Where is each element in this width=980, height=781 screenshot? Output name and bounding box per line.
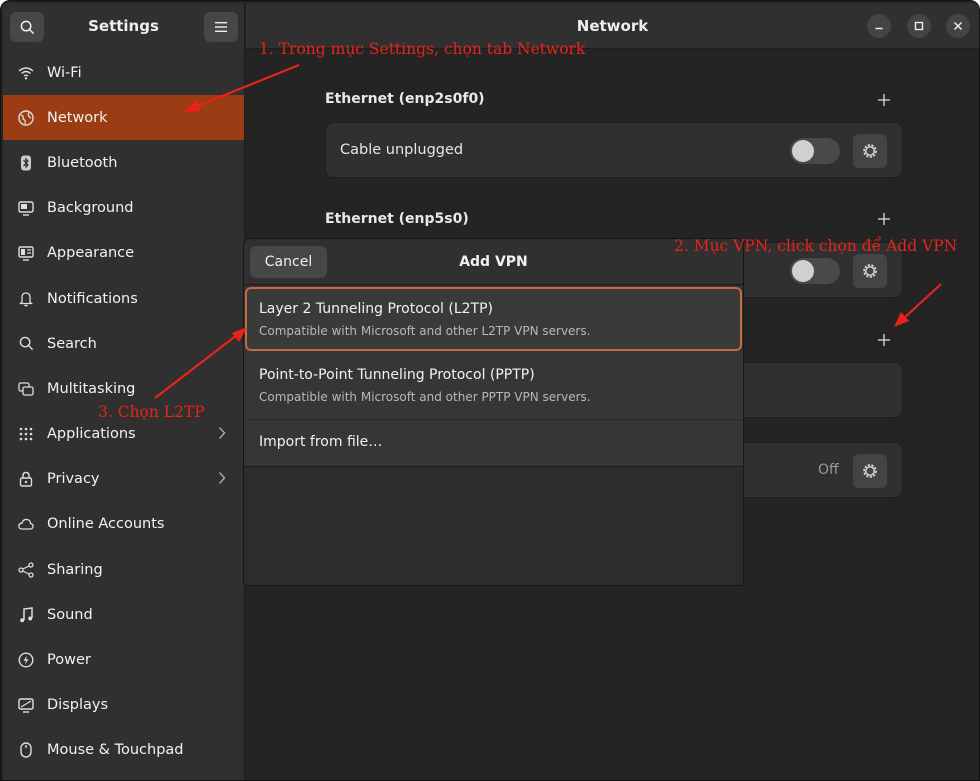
annotation-step-2: 2. Mục VPN, click chọn để Add VPN — [674, 237, 958, 255]
ethernet-2-title: Ethernet (enp5s0) — [325, 211, 469, 227]
ethernet-1-settings-button[interactable] — [853, 134, 887, 168]
gear-icon — [863, 264, 877, 278]
sidebar-item-background[interactable]: Background — [3, 186, 244, 231]
lock-icon — [17, 470, 35, 488]
sidebar-item-wifi[interactable]: Wi-Fi — [3, 50, 244, 95]
vpn-option-l2tp[interactable]: Layer 2 Tunneling Protocol (L2TP) Compat… — [245, 287, 742, 351]
dialog-title: Add VPN — [459, 254, 528, 270]
sidebar-item-label: Privacy — [47, 471, 100, 488]
sidebar-item-power[interactable]: Power — [3, 637, 244, 682]
vpn-option-list: Layer 2 Tunneling Protocol (L2TP) Compat… — [244, 286, 743, 466]
sidebar-item-label: Sharing — [47, 561, 103, 578]
minimize-icon — [875, 27, 883, 30]
arrow-step-2-head — [894, 312, 909, 327]
sidebar-item-notifications[interactable]: Notifications — [3, 276, 244, 321]
sidebar-item-label: Power — [47, 652, 91, 669]
sidebar: Settings Wi-Fi Network Bluetooth Backgro… — [3, 3, 245, 780]
hamburger-icon — [215, 22, 227, 32]
gear-icon — [863, 144, 877, 158]
chevron-right-icon — [218, 426, 226, 444]
chevron-right-icon — [218, 471, 226, 489]
ethernet-1-status: Cable unplugged — [340, 142, 464, 158]
sidebar-item-label: Sound — [47, 606, 93, 623]
sidebar-item-label: Applications — [47, 426, 136, 443]
power-icon — [17, 651, 35, 669]
sidebar-header: Settings — [3, 3, 244, 49]
vpn-option-pptp[interactable]: Point-to-Point Tunneling Protocol (PPTP)… — [244, 353, 743, 419]
vpn-option-import[interactable]: Import from file… — [244, 419, 743, 466]
sidebar-item-label: Network — [47, 109, 108, 126]
annotation-step-3: 3. Chọn L2TP — [98, 403, 205, 421]
sidebar-item-search[interactable]: Search — [3, 321, 244, 366]
minimize-button[interactable] — [867, 14, 891, 38]
vpn-option-title: Import from file… — [259, 434, 383, 450]
sidebar-item-displays[interactable]: Displays — [3, 683, 244, 728]
sidebar-item-label: Mouse & Touchpad — [47, 742, 184, 759]
plus-icon — [878, 213, 890, 225]
ethernet-1-add-button[interactable] — [877, 92, 891, 106]
dialog-header: Cancel Add VPN — [244, 239, 743, 285]
sidebar-item-label: Appearance — [47, 245, 135, 262]
multitasking-icon — [17, 380, 35, 398]
appearance-icon — [17, 244, 35, 262]
share-icon — [17, 561, 35, 579]
plus-icon — [878, 94, 890, 106]
mouse-icon — [17, 741, 35, 759]
vpn-option-title: Layer 2 Tunneling Protocol (L2TP) — [259, 301, 493, 317]
ethernet-1-title: Ethernet (enp2s0f0) — [325, 91, 485, 107]
annotation-step-1: 1. Trong mục Settings, chọn tab Network — [259, 40, 586, 58]
music-icon — [17, 606, 35, 624]
ethernet-2-settings-button[interactable] — [853, 254, 887, 288]
sidebar-item-label: Background — [47, 200, 134, 217]
display-icon — [17, 696, 35, 714]
sidebar-item-sound[interactable]: Sound — [3, 592, 244, 637]
maximize-button[interactable] — [907, 14, 931, 38]
vpn-option-title: Point-to-Point Tunneling Protocol (PPTP) — [259, 367, 535, 383]
grid-icon — [17, 425, 35, 443]
vpn-add-button[interactable] — [877, 332, 891, 346]
sidebar-item-appearance[interactable]: Appearance — [3, 231, 244, 276]
search-icon — [17, 335, 35, 353]
wifi-icon — [17, 64, 35, 82]
proxy-settings-button[interactable] — [853, 454, 887, 488]
ethernet-1-card: Cable unplugged — [325, 122, 903, 178]
sidebar-item-mouse-touchpad[interactable]: Mouse & Touchpad — [3, 728, 244, 773]
sidebar-item-label: Bluetooth — [47, 154, 118, 171]
arrow-step-2 — [902, 283, 942, 320]
sidebar-item-sharing[interactable]: Sharing — [3, 547, 244, 592]
close-icon — [954, 22, 962, 30]
close-button[interactable] — [946, 14, 970, 38]
maximize-icon — [914, 21, 924, 31]
vpn-option-subtitle: Compatible with Microsoft and other PPTP… — [259, 390, 591, 404]
ethernet-2-add-button[interactable] — [877, 211, 891, 225]
sidebar-item-label: Notifications — [47, 290, 138, 307]
add-vpn-dialog: Cancel Add VPN Layer 2 Tunneling Protoco… — [243, 238, 744, 586]
vpn-option-subtitle: Compatible with Microsoft and other L2TP… — [259, 324, 591, 338]
dialog-empty-area — [244, 466, 743, 585]
settings-window: Settings Wi-Fi Network Bluetooth Backgro… — [0, 0, 980, 781]
sidebar-item-label: Multitasking — [47, 380, 136, 397]
globe-icon — [17, 109, 35, 127]
sidebar-item-network[interactable]: Network — [3, 95, 244, 141]
plus-icon — [878, 334, 890, 346]
sidebar-item-label: Displays — [47, 697, 109, 714]
sidebar-item-label: Online Accounts — [47, 516, 165, 533]
sidebar-item-label: Search — [47, 335, 97, 352]
sidebar-item-privacy[interactable]: Privacy — [3, 457, 244, 502]
gear-icon — [863, 464, 877, 478]
sidebar-menu-button[interactable] — [204, 12, 238, 42]
bell-icon — [17, 290, 35, 308]
proxy-status: Off — [818, 462, 839, 478]
ethernet-2-toggle[interactable] — [790, 258, 840, 284]
sidebar-item-bluetooth[interactable]: Bluetooth — [3, 140, 244, 185]
bluetooth-icon — [17, 154, 35, 172]
cloud-icon — [17, 515, 35, 533]
ethernet-1-toggle[interactable] — [790, 138, 840, 164]
sidebar-item-online-accounts[interactable]: Online Accounts — [3, 502, 244, 547]
monitor-icon — [17, 199, 35, 217]
sidebar-item-label: Wi-Fi — [47, 64, 82, 81]
